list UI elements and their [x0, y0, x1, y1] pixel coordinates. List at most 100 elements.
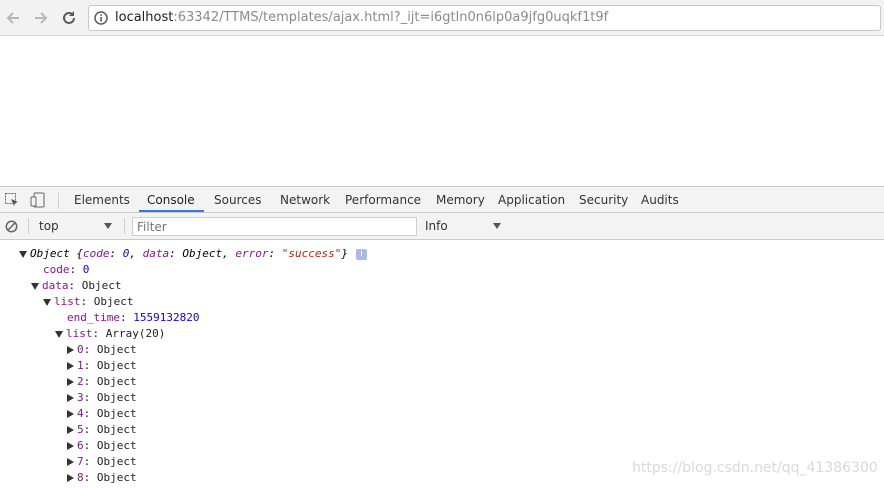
filter-divider — [28, 218, 29, 234]
item-value: Object — [96, 439, 137, 452]
preview-value: "success" — [281, 247, 342, 260]
expand-right-icon[interactable] — [67, 394, 74, 402]
context-dropdown-icon[interactable] — [104, 223, 112, 229]
tab-performance[interactable]: Performance — [345, 187, 421, 213]
item-value: Object — [96, 343, 137, 356]
prop-value: Array(20) — [105, 327, 166, 340]
preview-value: Object — [182, 247, 223, 260]
expand-right-icon[interactable] — [67, 410, 74, 418]
expand-right-icon[interactable] — [67, 346, 74, 354]
watermark: https://blog.csdn.net/qq_41386300 — [632, 460, 878, 476]
console-log-root[interactable]: Object {code: 0, data: Object, error: "s… — [19, 246, 367, 262]
array-item[interactable]: 3: Object — [67, 390, 137, 406]
expand-right-icon[interactable] — [67, 378, 74, 386]
prop-value: 1559132820 — [133, 311, 200, 324]
active-tab-indicator — [139, 210, 204, 212]
prop-end-time: end_time: 1559132820 — [67, 311, 200, 324]
preview-key: error — [235, 247, 269, 260]
preview-key: data — [142, 247, 170, 260]
reload-icon — [63, 11, 75, 24]
item-value: Object — [96, 455, 137, 468]
prop-value: Object — [93, 295, 134, 308]
item-key: 1 — [77, 359, 84, 372]
item-value: Object — [96, 423, 137, 436]
item-value: Object — [96, 375, 137, 388]
tab-sources[interactable]: Sources — [214, 187, 261, 213]
tab-audits[interactable]: Audits — [641, 187, 679, 213]
url-host: localhost — [115, 10, 174, 25]
toolbar-divider — [58, 193, 59, 209]
expand-right-icon[interactable] — [67, 458, 74, 466]
tab-network[interactable]: Network — [280, 187, 330, 213]
expand-down-icon[interactable] — [31, 282, 39, 290]
prop-key: data — [42, 279, 69, 292]
log-level-selector[interactable]: Info — [425, 213, 448, 239]
prop-inner-list[interactable]: list: Array(20) — [55, 326, 165, 342]
info-icon[interactable] — [94, 11, 108, 25]
item-value: Object — [96, 407, 137, 420]
device-toolbar-icon[interactable] — [30, 192, 46, 208]
preview-value: 0 — [122, 247, 130, 260]
tab-application[interactable]: Application — [498, 187, 565, 213]
item-key: 4 — [77, 407, 84, 420]
browser-toolbar: localhost:63342/TTMS/templates/ajax.html… — [0, 0, 884, 36]
array-item[interactable]: 0: Object — [67, 342, 137, 358]
object-type: Object — [30, 247, 70, 260]
expand-down-icon[interactable] — [43, 298, 51, 306]
prop-key: end_time — [67, 311, 120, 324]
context-selector[interactable]: top — [39, 213, 59, 239]
preview-key: code — [83, 247, 110, 260]
item-value: Object — [96, 391, 137, 404]
item-key: 8 — [77, 471, 84, 484]
expand-right-icon[interactable] — [67, 442, 74, 450]
devtools-tabbar: Elements Console Sources Network Perform… — [0, 186, 884, 213]
expand-right-icon[interactable] — [67, 426, 74, 434]
item-value: Object — [96, 471, 137, 484]
item-key: 2 — [77, 375, 84, 388]
item-key: 7 — [77, 455, 84, 468]
reload-button[interactable] — [57, 6, 81, 30]
prop-code: code: 0 — [43, 263, 90, 276]
prop-value: Object — [81, 279, 122, 292]
array-item[interactable]: 5: Object — [67, 422, 137, 438]
tab-memory[interactable]: Memory — [436, 187, 485, 213]
item-key: 0 — [77, 343, 84, 356]
info-badge-icon[interactable]: i — [355, 248, 367, 260]
expand-down-icon[interactable] — [19, 250, 27, 258]
clear-console-icon[interactable] — [5, 220, 18, 233]
arrow-left-icon — [6, 12, 19, 24]
array-item[interactable]: 6: Object — [67, 438, 137, 454]
prop-key: list — [66, 327, 93, 340]
console-output: Object {code: 0, data: Object, error: "s… — [0, 241, 884, 488]
url-path: :63342/TTMS/templates/ajax.html?_ijt=i6g… — [173, 10, 609, 25]
tab-security[interactable]: Security — [579, 187, 628, 213]
prop-key: list — [54, 295, 81, 308]
console-filter-bar: top Info — [0, 213, 884, 240]
item-key: 5 — [77, 423, 84, 436]
prop-value: 0 — [82, 263, 90, 276]
expand-right-icon[interactable] — [67, 362, 74, 370]
log-level-dropdown-icon[interactable] — [493, 223, 501, 229]
array-item[interactable]: 1: Object — [67, 358, 137, 374]
inspect-element-icon[interactable] — [4, 192, 20, 208]
prop-list[interactable]: list: Object — [43, 294, 134, 310]
address-bar[interactable]: localhost:63342/TTMS/templates/ajax.html… — [88, 5, 881, 31]
expand-down-icon[interactable] — [55, 330, 63, 338]
item-key: 6 — [77, 439, 84, 452]
array-item[interactable]: 4: Object — [67, 406, 137, 422]
back-button[interactable] — [1, 6, 25, 30]
array-item[interactable]: 8: Object — [67, 470, 137, 486]
array-item[interactable]: 7: Object — [67, 454, 137, 470]
expand-right-icon[interactable] — [67, 474, 74, 482]
filter-input[interactable] — [132, 217, 417, 236]
forward-button[interactable] — [29, 6, 53, 30]
prop-key: code — [43, 263, 70, 276]
arrow-right-icon — [35, 12, 48, 24]
url-text[interactable]: localhost:63342/TTMS/templates/ajax.html… — [115, 6, 608, 30]
prop-data[interactable]: data: Object — [31, 278, 122, 294]
array-item[interactable]: 2: Object — [67, 374, 137, 390]
item-value: Object — [96, 359, 137, 372]
filter-divider-2 — [124, 218, 125, 234]
item-key: 3 — [77, 391, 84, 404]
tab-elements[interactable]: Elements — [74, 187, 130, 213]
